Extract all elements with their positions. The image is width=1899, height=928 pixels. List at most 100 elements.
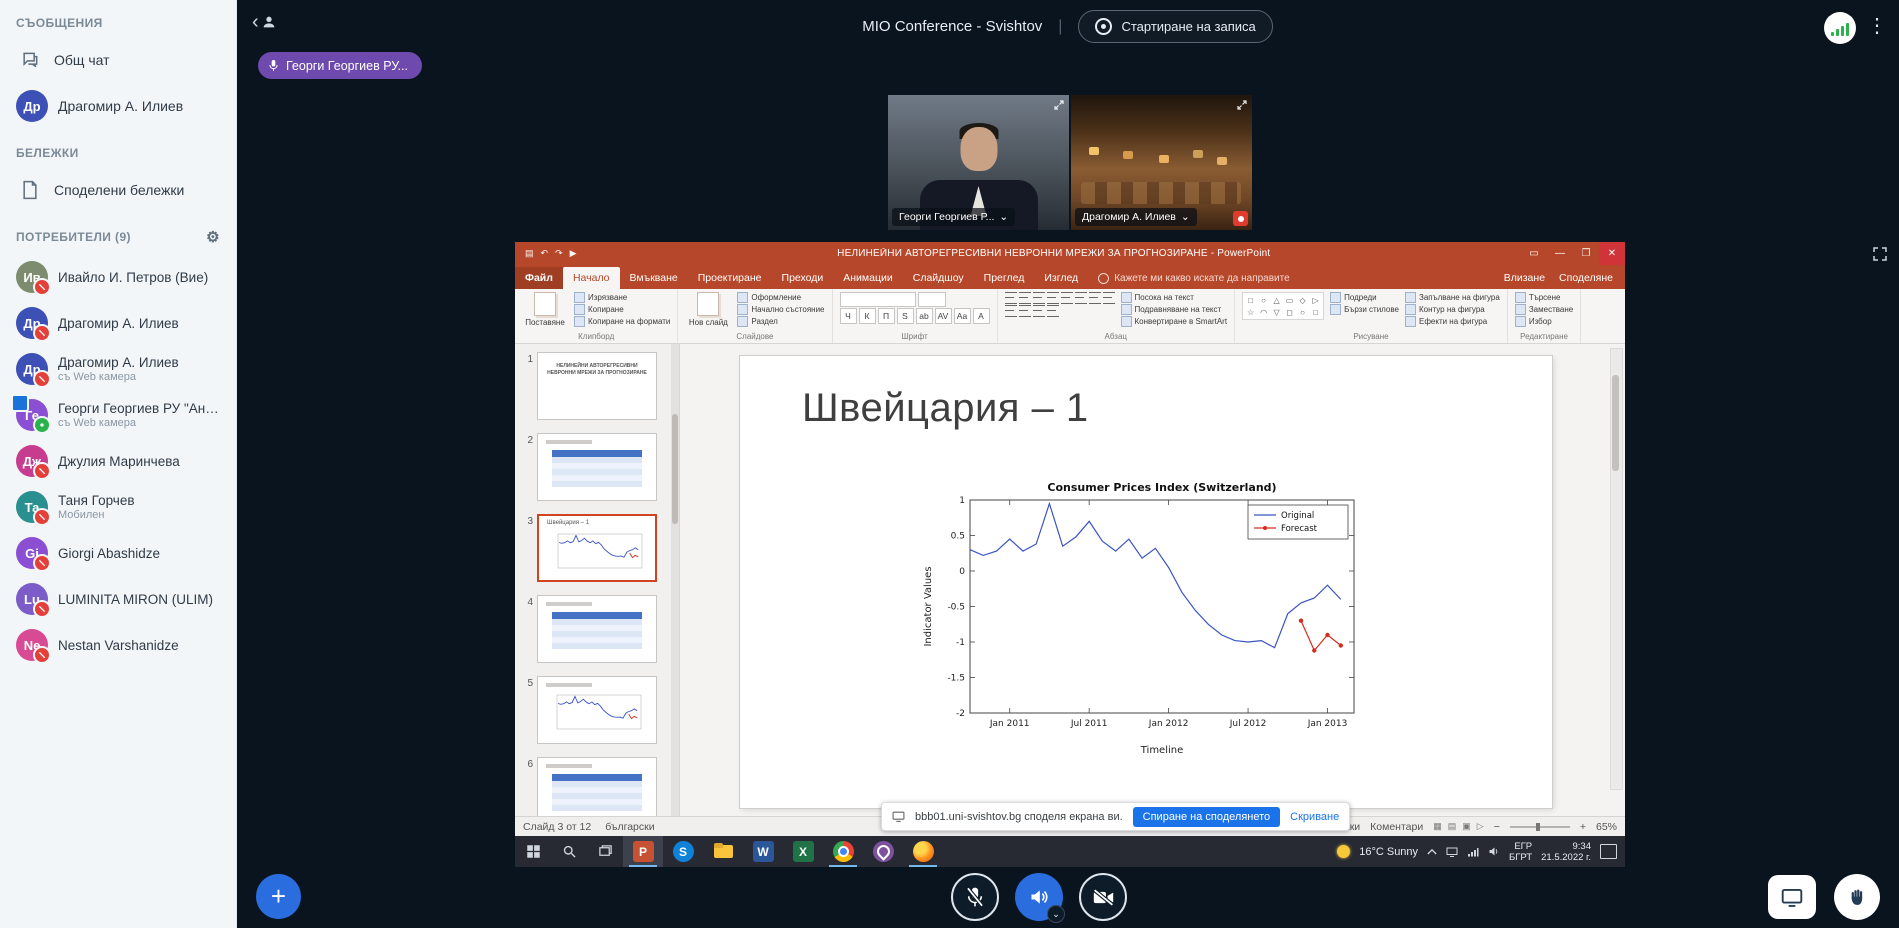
minimize-icon[interactable]: — xyxy=(1547,242,1573,265)
tray-expand-chevron-icon[interactable] xyxy=(1427,848,1437,855)
action-center-icon[interactable] xyxy=(1600,844,1617,859)
redo-icon[interactable]: ↷ xyxy=(555,248,563,259)
display-icon[interactable] xyxy=(1446,847,1458,857)
language-indicator[interactable]: български xyxy=(605,821,654,833)
ribbon-big-button[interactable]: Нов слайд xyxy=(685,292,731,327)
enable-webcam-button[interactable] xyxy=(1079,873,1127,921)
talking-indicator[interactable]: Георги Георгиев РУ... xyxy=(258,52,422,79)
shape-option[interactable]: ○ xyxy=(1257,294,1270,306)
user-list-item[interactable]: GiGiorgi Abashidze xyxy=(0,530,236,576)
play-icon[interactable]: ▶ xyxy=(570,248,577,259)
ribbon-command[interactable]: Оформление xyxy=(737,292,824,303)
slide-thumbnail-frame[interactable] xyxy=(537,595,657,663)
ribbon-tab-6[interactable]: Анимации xyxy=(833,267,902,289)
undo-icon[interactable]: ↶ xyxy=(541,248,549,259)
ribbon-tab-5[interactable]: Преходи xyxy=(772,267,834,289)
bold-button[interactable]: Ч xyxy=(840,308,857,324)
close-icon[interactable]: ✕ xyxy=(1599,242,1625,265)
text-shadow-button[interactable]: ab xyxy=(916,308,933,324)
webcam-name-label[interactable]: Георги Георгиев Р... ⌄ xyxy=(892,208,1015,226)
shape-option[interactable]: ◠ xyxy=(1257,306,1270,318)
taskbar-powerpoint-icon[interactable]: P xyxy=(623,836,663,867)
shape-option[interactable]: ☆ xyxy=(1244,306,1257,318)
actions-plus-button[interactable]: + xyxy=(256,874,301,919)
ribbon-command[interactable]: Начално състояние xyxy=(737,304,824,315)
ribbon-command[interactable]: Подреди xyxy=(1330,292,1399,303)
ribbon-tab-4[interactable]: Проектиране xyxy=(688,267,772,289)
zoom-slider[interactable] xyxy=(1510,826,1570,828)
ribbon-tab-8[interactable]: Преглед xyxy=(974,267,1035,289)
user-list-item[interactable]: ДрДрагомир А. Илиев xyxy=(0,300,236,346)
align-right-icon[interactable] xyxy=(1103,292,1115,304)
restore-icon[interactable]: ❐ xyxy=(1573,242,1599,265)
alignment-icon[interactable] xyxy=(1033,305,1045,317)
font-size-box[interactable] xyxy=(918,292,946,307)
change-case-button[interactable]: Aa xyxy=(954,308,971,324)
slide-thumbnail-frame[interactable] xyxy=(537,433,657,501)
alignment-icon[interactable] xyxy=(1019,305,1031,317)
private-chat-item[interactable]: Др Драгомир А. Илиев xyxy=(0,82,236,130)
stop-screenshare-button[interactable] xyxy=(1768,875,1816,919)
webcam-fullscreen-icon[interactable] xyxy=(1053,99,1065,111)
ribbon-command[interactable]: Копиране на формати xyxy=(574,316,670,327)
font-color-button[interactable]: A xyxy=(973,308,990,324)
user-list-item[interactable]: ИвИвайло И. Петров (Вие) xyxy=(0,254,236,300)
options-menu-button[interactable]: ⋮ xyxy=(1866,13,1888,38)
ribbon-command[interactable]: Запълване на фигура xyxy=(1405,292,1500,303)
webcam-dragomir[interactable]: Драгомир А. Илиев ⌄ xyxy=(1071,95,1252,230)
slide-thumbnail-6[interactable]: 6 xyxy=(521,757,675,816)
user-list-item[interactable]: ДжДжулия Маринчева xyxy=(0,438,236,484)
taskbar-file-explorer-icon[interactable] xyxy=(703,836,743,867)
ribbon-tab-7[interactable]: Слайдшоу xyxy=(903,267,974,289)
webcam-name-label[interactable]: Драгомир А. Илиев ⌄ xyxy=(1075,208,1197,226)
quick-access-toolbar[interactable]: ▤ ↶ ↷ ▶ xyxy=(515,248,587,259)
task-view-button[interactable] xyxy=(587,836,623,867)
slide-thumbnail-frame[interactable]: НЕЛИНЕЙНИ АВТОРЕГРЕСИВНИ НЕВРОННИ МРЕЖИ … xyxy=(537,352,657,420)
normal-view-icon[interactable]: ▦ xyxy=(1433,821,1442,832)
slideshow-view-icon[interactable]: ▷ xyxy=(1477,821,1484,832)
user-list-item[interactable]: LuLUMINITA MIRON (ULIM) xyxy=(0,576,236,622)
taskbar-skype-icon[interactable]: S xyxy=(663,836,703,867)
weather-label[interactable]: 16°C Sunny xyxy=(1359,846,1418,858)
webcam-georgi[interactable]: Георги Георгиев Р... ⌄ xyxy=(888,95,1069,230)
ribbon-command[interactable]: Посока на текст xyxy=(1121,292,1228,303)
network-icon[interactable] xyxy=(1467,847,1479,857)
stop-sharing-button[interactable]: Спиране на споделянето xyxy=(1133,807,1281,827)
leave-audio-button[interactable]: ⌄ xyxy=(1015,873,1063,921)
italic-button[interactable]: К xyxy=(859,308,876,324)
tell-me-box[interactable]: Кажете ми какво искате да направите xyxy=(1088,268,1299,289)
ribbon-big-button[interactable]: Поставяне xyxy=(522,292,568,327)
slide-page[interactable]: Швейцария – 1 Consumer Prices Index (Swi… xyxy=(740,356,1552,808)
taskbar-firefox-icon[interactable] xyxy=(903,836,943,867)
share-button[interactable]: Споделяне xyxy=(1559,272,1613,284)
panel-scrollbar[interactable] xyxy=(671,344,679,816)
sign-in-button[interactable]: Влизане xyxy=(1504,272,1545,284)
ribbon-tab-2[interactable]: Начало xyxy=(563,267,620,289)
shape-option[interactable]: □ xyxy=(1244,294,1257,306)
shapes-gallery[interactable]: □○△▭◇▷☆◠▽◻○□ xyxy=(1242,292,1324,320)
shape-option[interactable]: ○ xyxy=(1296,306,1309,318)
character-spacing-button[interactable]: AV xyxy=(935,308,952,324)
ribbon-command[interactable]: Конвертиране в SmartArt xyxy=(1121,316,1228,327)
comments-toggle[interactable]: Коментари xyxy=(1370,821,1423,833)
audio-device-badge[interactable]: ⌄ xyxy=(1047,905,1065,923)
user-list-item[interactable]: NeNestan Varshanidze xyxy=(0,622,236,668)
indent-decrease-icon[interactable] xyxy=(1033,292,1045,304)
start-recording-button[interactable]: Стартиране на записа xyxy=(1078,10,1272,43)
ribbon-options-icon[interactable]: ▭ xyxy=(1521,242,1547,265)
alignment-icon[interactable] xyxy=(1047,305,1059,317)
align-center-icon[interactable] xyxy=(1089,292,1101,304)
start-button[interactable] xyxy=(515,836,551,867)
ribbon-tab-3[interactable]: Вмъкване xyxy=(620,267,688,289)
line-spacing-icon[interactable] xyxy=(1061,292,1073,304)
shape-option[interactable]: ◇ xyxy=(1296,294,1309,306)
user-list-item[interactable]: ТаТаня ГорчевМобилен xyxy=(0,484,236,530)
ribbon-command[interactable]: Раздел xyxy=(737,316,824,327)
slideshow-icon[interactable]: ▤ xyxy=(525,248,534,259)
taskbar-chrome-icon[interactable] xyxy=(823,836,863,867)
shape-option[interactable]: △ xyxy=(1270,294,1283,306)
ribbon-command[interactable]: Заместване xyxy=(1515,304,1573,315)
taskbar-excel-icon[interactable]: X xyxy=(783,836,823,867)
connection-status-button[interactable] xyxy=(1824,12,1856,44)
ribbon-command[interactable]: Контур на фигура xyxy=(1405,304,1500,315)
